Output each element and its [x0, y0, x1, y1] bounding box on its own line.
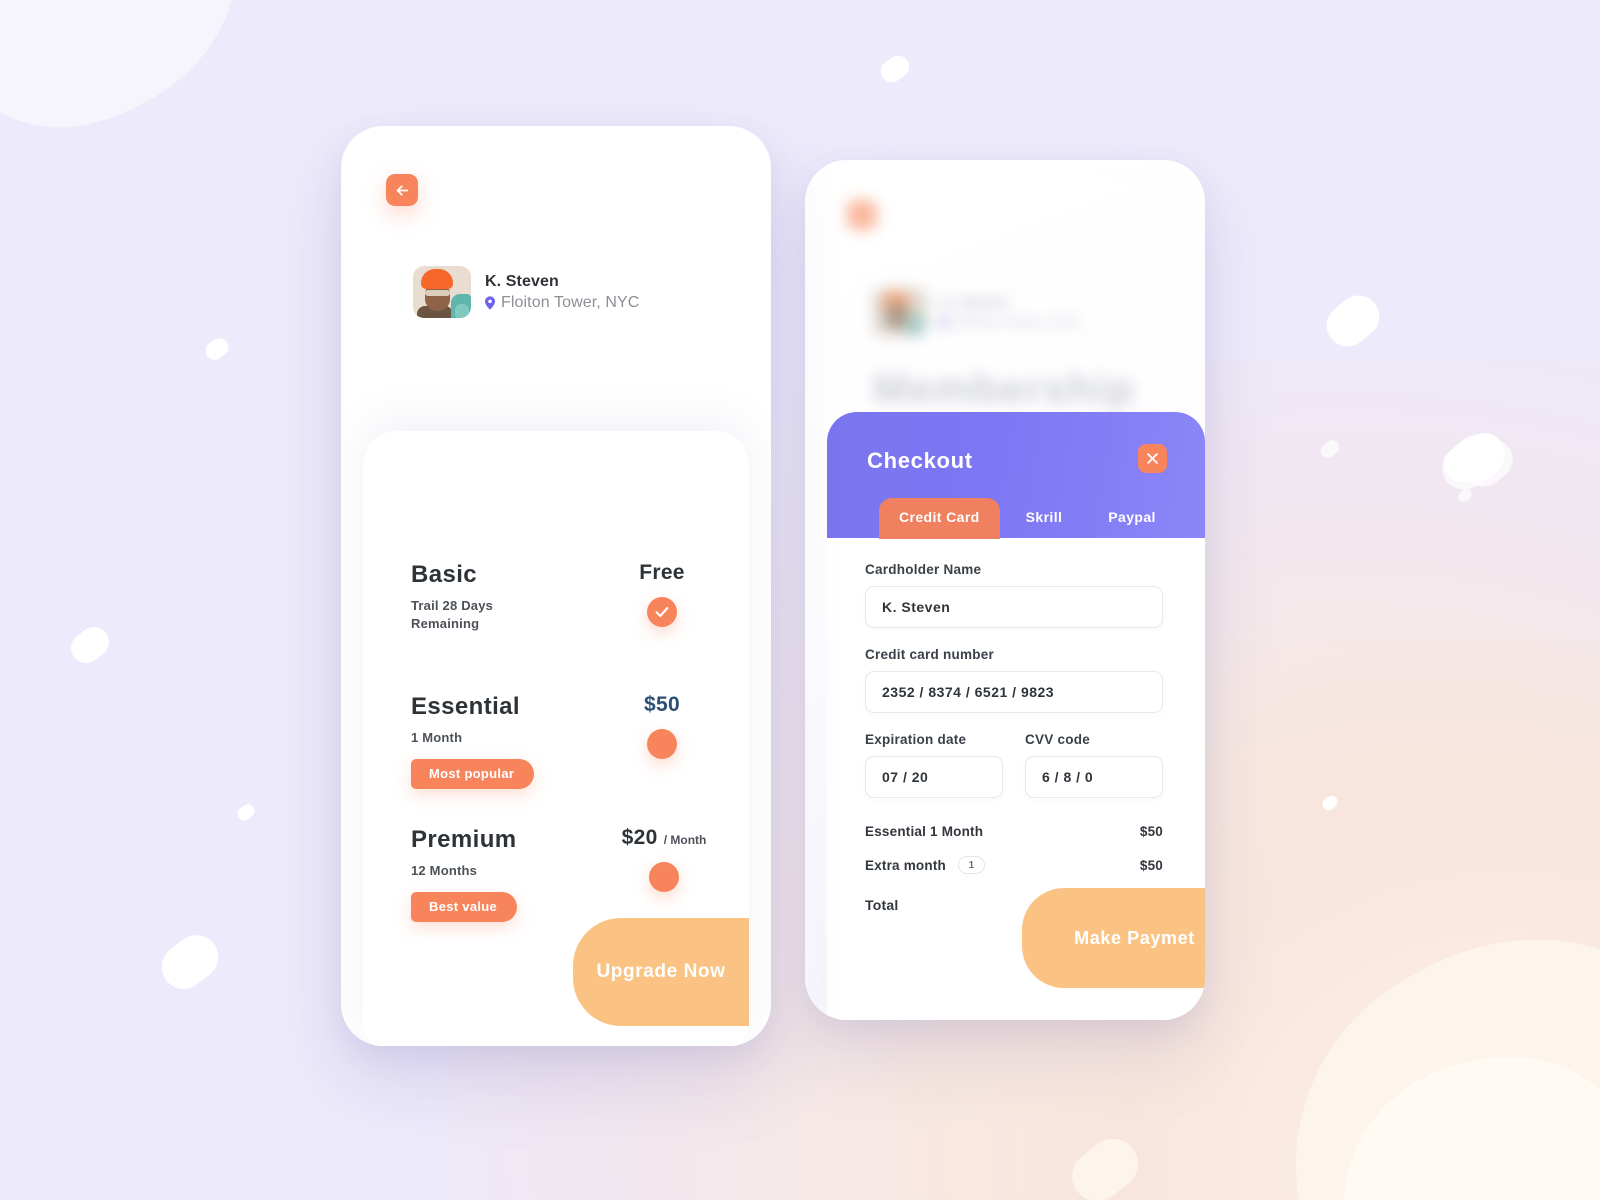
quantity-badge[interactable]: 1	[957, 856, 985, 874]
close-icon	[1147, 453, 1158, 464]
decorative-pill	[234, 801, 258, 824]
plan-price: $20 / Month	[621, 826, 707, 849]
summary-total-label: Total	[865, 897, 899, 913]
expiration-date-input[interactable]: 07 / 20	[865, 756, 1003, 798]
phone-checkout-screen: K. Steven Floiton Tower, NYC Membership …	[805, 160, 1205, 1020]
tab-skrill[interactable]: Skrill	[1006, 498, 1083, 539]
plans-card: Basic Trail 28 Days Remaining Free Essen…	[363, 431, 749, 1046]
plan-premium[interactable]: Premium 12 Months Best value $20 / Month	[411, 826, 709, 922]
plan-price-group: Free	[615, 561, 709, 627]
credit-card-number-label: Credit card number	[865, 647, 995, 662]
user-profile-row[interactable]: K. Steven Floiton Tower, NYC	[413, 266, 639, 318]
expiry-cvv-row: Expiration date 07 / 20 CVV code 6 / 8 /…	[865, 732, 1163, 798]
plan-price: $50	[644, 693, 680, 716]
decorative-pill	[65, 620, 115, 670]
decorative-pill	[1318, 286, 1388, 356]
blurred-user-name: K. Steven	[940, 293, 1009, 311]
plan-badge-best-value: Best value	[411, 891, 518, 922]
blurred-user-row: K. Steven Floiton Tower, NYC	[873, 288, 1081, 336]
cardholder-name-label: Cardholder Name	[865, 562, 982, 577]
upgrade-now-button[interactable]: Upgrade Now	[573, 918, 749, 1026]
make-payment-button[interactable]: Make Paymet	[1022, 888, 1205, 988]
cvv-code-label: CVV code	[1025, 732, 1091, 747]
arrow-left-icon	[396, 184, 408, 196]
check-icon	[655, 606, 669, 618]
avatar	[413, 266, 471, 318]
plan-price-group: $20 / Month	[609, 826, 719, 892]
summary-label: Essential 1 Month	[865, 824, 984, 839]
checkout-title: Checkout	[867, 448, 973, 473]
user-location: Floiton Tower, NYC	[485, 294, 639, 312]
expiration-date-label: Expiration date	[865, 732, 967, 747]
cvv-code-group: CVV code 6 / 8 / 0	[1025, 732, 1163, 798]
user-name: K. Steven	[485, 272, 559, 290]
back-button[interactable]	[386, 174, 418, 206]
map-pin-icon	[485, 295, 495, 310]
decorative-pill	[202, 334, 232, 364]
payment-method-tabs: Credit Card Skrill Paypal	[879, 498, 1176, 539]
expiration-date-group: Expiration date 07 / 20	[865, 732, 1003, 798]
background-decoration	[0, 0, 1600, 1200]
summary-value: $50	[1139, 824, 1163, 839]
map-pin-icon	[940, 316, 948, 328]
decorative-pill	[152, 926, 228, 998]
summary-value: $50	[1139, 857, 1163, 873]
plan-price-suffix: / Month	[663, 833, 707, 847]
plan-price: Free	[639, 561, 685, 584]
credit-card-number-input[interactable]: 2352 / 8374 / 6521 / 9823	[865, 671, 1163, 713]
decorative-blob-top-left	[0, 0, 266, 153]
checkout-header: Checkout Credit Card Skrill Paypal	[827, 412, 1205, 539]
plan-select-radio-premium[interactable]	[649, 862, 679, 892]
checkout-form: Cardholder Name K. Steven Credit card nu…	[865, 562, 1163, 936]
summary-row: Essential 1 Month $50	[865, 824, 1163, 839]
summary-label: Extra month	[865, 857, 946, 873]
blurred-back-button	[847, 200, 877, 230]
plan-select-radio-essential[interactable]	[647, 729, 677, 759]
plan-badge-most-popular: Most popular	[411, 758, 535, 789]
blurred-page-title: Membership	[873, 365, 1136, 412]
plan-essential[interactable]: Essential 1 Month Most popular $50	[411, 693, 709, 789]
cardholder-name-group: Cardholder Name K. Steven	[865, 562, 1163, 628]
tab-credit-card[interactable]: Credit Card	[879, 498, 1000, 539]
plan-price-group: $50	[615, 693, 709, 759]
phone-membership-screen: K. Steven Floiton Tower, NYC Membership …	[341, 126, 771, 1046]
cardholder-name-input[interactable]: K. Steven	[865, 586, 1163, 628]
summary-row: Extra month 1 $50	[865, 856, 1163, 874]
tab-paypal[interactable]: Paypal	[1088, 498, 1176, 539]
cvv-code-input[interactable]: 6 / 8 / 0	[1025, 756, 1163, 798]
blurred-avatar	[873, 288, 927, 336]
credit-card-number-group: Credit card number 2352 / 8374 / 6521 / …	[865, 647, 1163, 713]
user-location-text: Floiton Tower, NYC	[501, 293, 640, 311]
decorative-pill	[876, 51, 914, 87]
plan-select-radio-basic[interactable]	[647, 597, 677, 627]
close-button[interactable]	[1138, 444, 1167, 473]
plan-basic[interactable]: Basic Trail 28 Days Remaining Free	[411, 561, 709, 632]
checkout-panel: Checkout Credit Card Skrill Paypal Cardh…	[827, 412, 1205, 1020]
blurred-user-location: Floiton Tower, NYC	[940, 314, 1081, 331]
